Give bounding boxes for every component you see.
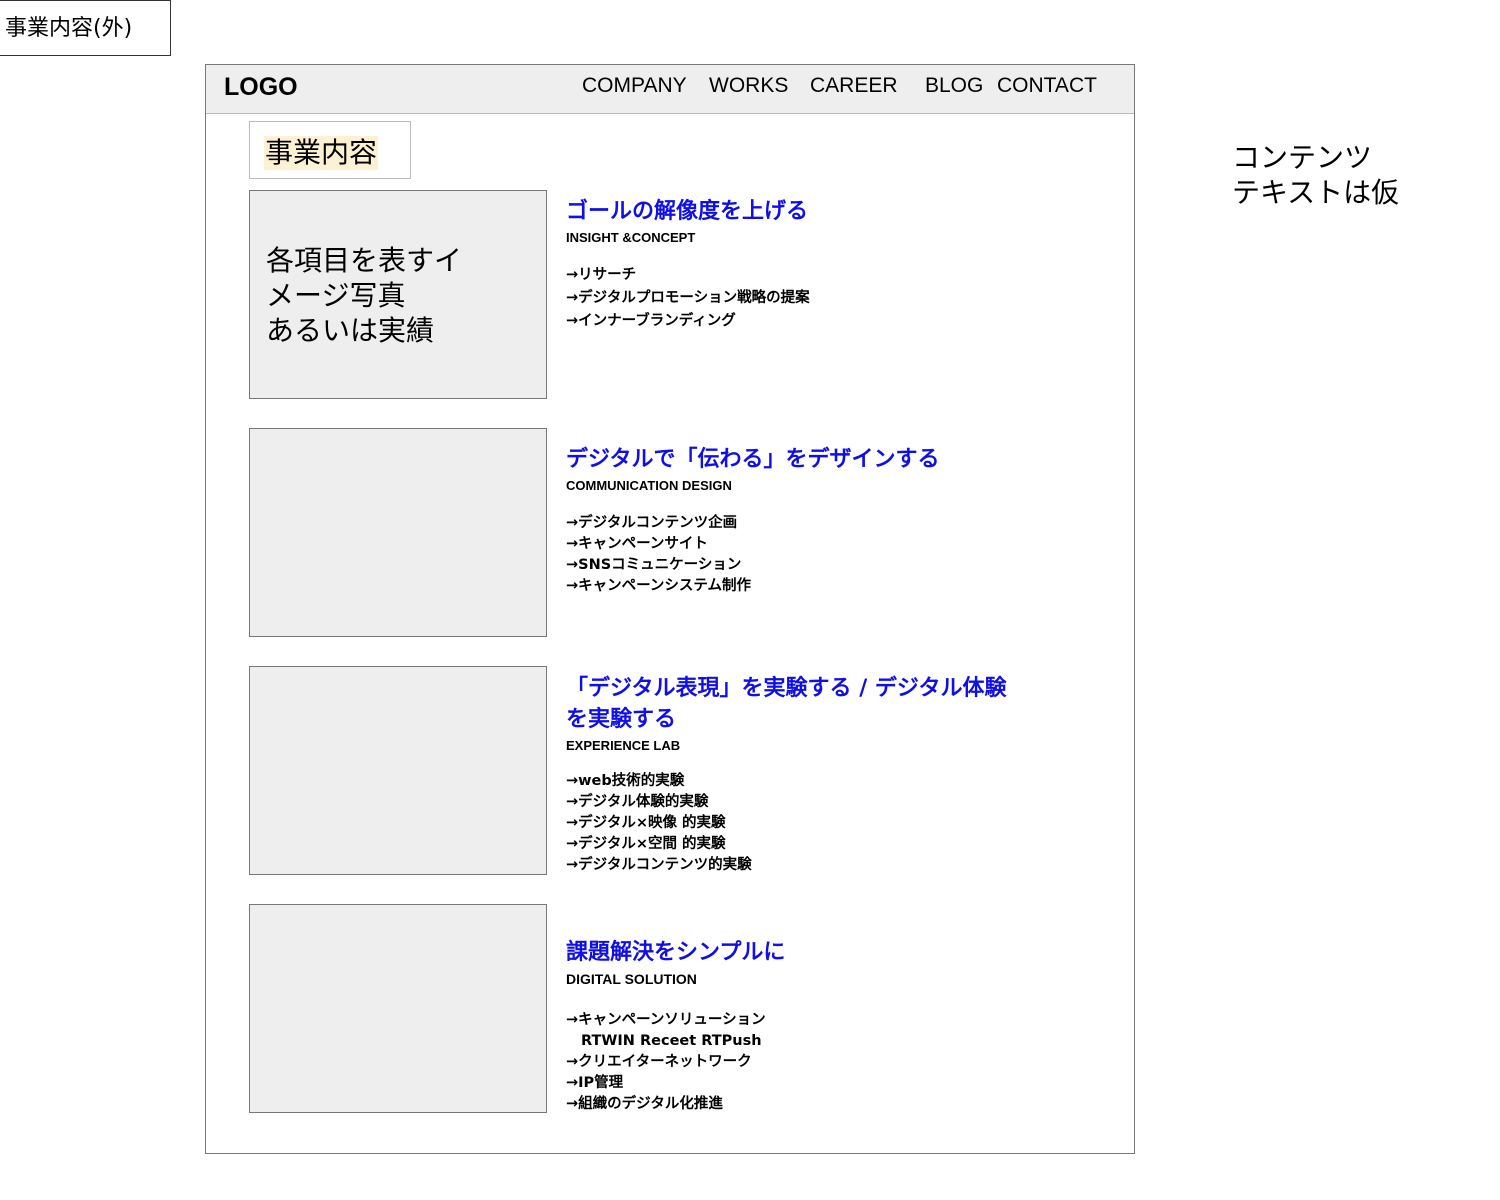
section-items: →キャンペーンソリューション RTWIN Receet RTPush →クリエイ…: [566, 1010, 1026, 1115]
list-item: →キャンペーンシステム制作: [566, 578, 751, 594]
list-item: →デジタル×映像 的実験: [566, 815, 726, 831]
page-tag: 事業内容(外): [0, 0, 171, 56]
section-content: ゴールの解像度を上げる INSIGHT &CONCEPT →リサーチ →デジタル…: [566, 196, 1026, 332]
page-frame: LOGO COMPANY WORKS CAREER BLOG CONTACT 事…: [205, 64, 1135, 1154]
side-note-line: テキストは仮: [1232, 176, 1400, 209]
image-placeholder-caption: 各項目を表すイ メージ写真 あるいは実績: [266, 244, 463, 347]
section-subheading: EXPERIENCE LAB: [566, 738, 681, 753]
page-title-box: 事業内容: [249, 121, 411, 179]
section-subheading: INSIGHT &CONCEPT: [566, 230, 696, 245]
section-heading: 課題解決をシンプルに: [566, 940, 786, 965]
list-item: RTWIN Receet RTPush: [581, 1033, 762, 1049]
nav-career[interactable]: CAREER: [810, 74, 898, 98]
list-item: →キャンペーンソリューション: [566, 1012, 766, 1028]
nav-company[interactable]: COMPANY: [582, 74, 687, 98]
section-items: →リサーチ →デジタルプロモーション戦略の提案 →インナーブランディング: [566, 265, 1026, 332]
list-item: →デジタルコンテンツ的実験: [566, 857, 752, 873]
list-item: →デジタルコンテンツ企画: [566, 515, 738, 531]
list-item: →IP管理: [566, 1075, 624, 1091]
image-placeholder: [249, 904, 547, 1113]
section-heading: ゴールの解像度を上げる: [566, 199, 809, 224]
image-placeholder: [249, 428, 547, 637]
image-placeholder: [249, 666, 547, 875]
list-item: →リサーチ: [566, 267, 637, 283]
list-item: →web技術的実験: [566, 773, 685, 789]
section-subheading: COMMUNICATION DESIGN: [566, 478, 732, 493]
side-note-line: コンテンツ: [1232, 141, 1373, 174]
side-note: コンテンツ テキストは仮: [1232, 140, 1399, 210]
logo[interactable]: LOGO: [224, 73, 298, 102]
nav-contact[interactable]: CONTACT: [997, 74, 1097, 98]
site-header: LOGO COMPANY WORKS CAREER BLOG CONTACT: [206, 65, 1134, 114]
section-heading: 「デジタル表現」を実験する / デジタル体験を実験する: [566, 676, 1007, 732]
nav-blog[interactable]: BLOG: [925, 74, 983, 98]
nav-works[interactable]: WORKS: [709, 74, 788, 98]
list-item: →インナーブランディング: [566, 313, 736, 329]
list-item: →キャンペーンサイト: [566, 536, 708, 552]
list-item: →デジタル×空間 的実験: [566, 836, 726, 852]
section-subheading: DIGITAL SOLUTION: [566, 971, 697, 987]
list-item: →クリエイターネットワーク: [566, 1054, 752, 1070]
section-items: →デジタルコンテンツ企画 →キャンペーンサイト →SNSコミュニケーション →キ…: [566, 513, 1026, 597]
list-item: →組織のデジタル化推進: [566, 1096, 723, 1112]
list-item: →デジタルプロモーション戦略の提案: [566, 290, 810, 306]
image-placeholder: 各項目を表すイ メージ写真 あるいは実績: [249, 190, 547, 399]
page-title: 事業内容: [264, 136, 379, 170]
list-item: →SNSコミュニケーション: [566, 557, 742, 573]
section-content: 「デジタル表現」を実験する / デジタル体験を実験する EXPERIENCE L…: [566, 673, 1016, 876]
section-content: デジタルで「伝わる」をデザインする COMMUNICATION DESIGN →…: [566, 444, 1026, 597]
section-items: →web技術的実験 →デジタル体験的実験 →デジタル×映像 的実験 →デジタル×…: [566, 771, 1016, 876]
list-item: →デジタル体験的実験: [566, 794, 709, 810]
section-content: 課題解決をシンプルに DIGITAL SOLUTION →キャンペーンソリューシ…: [566, 937, 1026, 1115]
section-heading: デジタルで「伝わる」をデザインする: [566, 447, 940, 472]
